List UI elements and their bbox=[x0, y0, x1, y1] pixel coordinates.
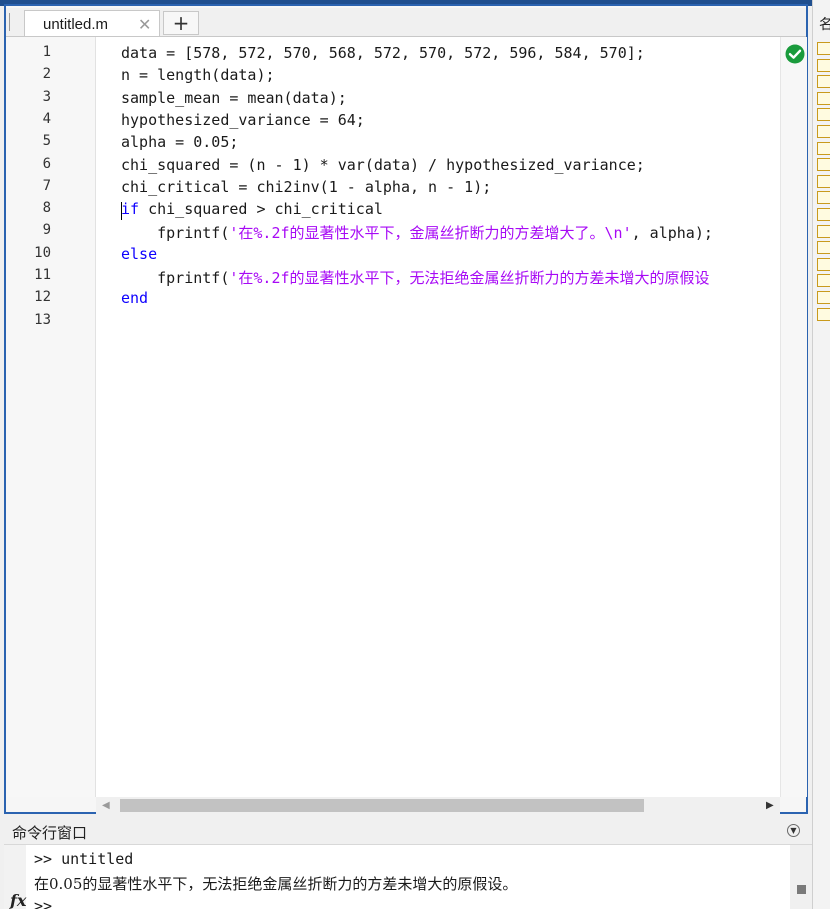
line-number: 8 bbox=[42, 200, 51, 217]
variable-icon[interactable] bbox=[817, 108, 830, 122]
variable-icon[interactable] bbox=[817, 291, 830, 304]
command-prompt[interactable]: >> bbox=[34, 897, 52, 909]
side-panel-title: 名 bbox=[819, 16, 830, 32]
tab-label: untitled.m bbox=[43, 16, 109, 33]
chevron-down-icon[interactable]: ▼ bbox=[787, 824, 800, 837]
new-tab-button[interactable]: + bbox=[163, 11, 199, 35]
code-token: chi_critical = chi2inv(1 - alpha, n - 1)… bbox=[121, 177, 492, 196]
variable-icon[interactable] bbox=[817, 191, 830, 205]
keyword-token: if bbox=[121, 200, 140, 219]
command-window-scrollbar[interactable] bbox=[790, 845, 812, 909]
scroll-right-icon[interactable]: ▶ bbox=[766, 800, 774, 811]
code-line[interactable]: if chi_squared > chi_critical bbox=[121, 200, 383, 218]
command-window-title: 命令行窗口 bbox=[12, 825, 88, 842]
horizontal-scrollbar[interactable]: ◀ ▶ bbox=[96, 797, 780, 814]
line-number: 1 bbox=[42, 44, 51, 60]
line-number: 9 bbox=[42, 222, 51, 239]
tab-untitled[interactable]: untitled.m ✕ bbox=[24, 10, 160, 36]
line-number-gutter: 1 2 3 4 5 6 7 8 9 10 11 12 13 bbox=[6, 37, 96, 797]
code-line[interactable]: end bbox=[121, 289, 148, 307]
code-line[interactable]: n = length(data); bbox=[121, 66, 275, 84]
code-token: chi_squared > chi_critical bbox=[139, 200, 383, 219]
variable-icon[interactable] bbox=[817, 158, 830, 172]
string-token: '在%.2f的显著性水平下，无法拒绝金属丝折断力的方差未增大的原假设 bbox=[229, 269, 710, 287]
variable-icon[interactable] bbox=[817, 125, 830, 138]
line-number: 7 bbox=[42, 177, 51, 194]
scrollbar-thumb[interactable] bbox=[797, 885, 806, 894]
line-number: 4 bbox=[42, 110, 51, 127]
line-number: 3 bbox=[42, 88, 51, 105]
string-token: '在%.2f的显著性水平下，金属丝折断力的方差增大了。\n' bbox=[229, 224, 632, 243]
code-line[interactable]: fprintf('在%.2f的显著性水平下，金属丝折断力的方差增大了。\n', … bbox=[121, 222, 713, 243]
code-line[interactable]: chi_squared = (n - 1) * var(data) / hypo… bbox=[121, 156, 645, 174]
line-number: 10 bbox=[34, 244, 51, 261]
code-token: data = [578, 572, 570, 568, 572, 570, 57… bbox=[121, 44, 645, 62]
code-token: fprintf( bbox=[121, 224, 230, 243]
code-line[interactable]: alpha = 0.05; bbox=[121, 133, 238, 151]
fx-icon[interactable]: fx bbox=[10, 891, 26, 909]
close-icon[interactable]: ✕ bbox=[138, 15, 151, 34]
command-window[interactable]: >> untitled 在0.05的显著性水平下，无法拒绝金属丝折断力的方差未增… bbox=[4, 845, 812, 909]
variable-icon[interactable] bbox=[817, 91, 830, 105]
check-circle-icon[interactable] bbox=[785, 44, 805, 64]
code-editor[interactable]: data = [578, 572, 570, 568, 572, 570, 57… bbox=[96, 37, 780, 797]
variable-icon[interactable] bbox=[817, 208, 830, 221]
editor-tab-bar: untitled.m ✕ + bbox=[6, 8, 806, 37]
code-line[interactable]: fprintf('在%.2f的显著性水平下，无法拒绝金属丝折断力的方差未增大的原… bbox=[121, 267, 710, 288]
line-number: 13 bbox=[34, 311, 51, 328]
matlab-window: untitled.m ✕ + 1 2 3 4 5 6 7 8 9 10 11 12 13 data = … bbox=[0, 0, 830, 909]
line-number: 5 bbox=[42, 133, 51, 150]
command-history-line: >> untitled bbox=[34, 850, 134, 868]
line-number: 2 bbox=[42, 66, 51, 83]
code-line[interactable]: else bbox=[121, 245, 157, 263]
variable-icon[interactable] bbox=[817, 257, 830, 271]
variable-icon[interactable] bbox=[817, 224, 830, 238]
variable-icon[interactable] bbox=[817, 274, 830, 288]
editor-panel: untitled.m ✕ + 1 2 3 4 5 6 7 8 9 10 11 12 13 data = … bbox=[4, 4, 808, 814]
variable-icon[interactable] bbox=[817, 307, 830, 321]
code-line[interactable]: sample_mean = mean(data); bbox=[121, 89, 347, 107]
command-output-line: 在0.05的显著性水平下，无法拒绝金属丝折断力的方差未增大的原假设。 bbox=[34, 875, 518, 893]
code-line[interactable]: chi_critical = chi2inv(1 - alpha, n - 1)… bbox=[121, 178, 491, 196]
code-token: chi_squared = (n - 1) * var(data) / hypo… bbox=[121, 155, 645, 174]
scroll-left-icon[interactable]: ◀ bbox=[102, 800, 110, 811]
variable-icon[interactable] bbox=[817, 141, 830, 155]
code-line[interactable]: data = [578, 572, 570, 568, 572, 570, 57… bbox=[121, 44, 645, 62]
code-token: n = length(data); bbox=[121, 66, 275, 85]
line-number: 12 bbox=[34, 289, 51, 306]
code-token: , alpha); bbox=[631, 224, 713, 243]
code-line[interactable]: hypothesized_variance = 64; bbox=[121, 111, 365, 129]
line-number: 11 bbox=[34, 267, 51, 283]
code-token: hypothesized_variance = 64; bbox=[121, 110, 365, 129]
line-number: 6 bbox=[42, 155, 51, 172]
workspace-side-panel: 名 bbox=[812, 0, 830, 909]
variable-icon[interactable] bbox=[817, 241, 830, 255]
variable-icon[interactable] bbox=[817, 75, 830, 89]
scrollbar-thumb[interactable] bbox=[120, 799, 644, 812]
code-token: fprintf( bbox=[121, 269, 230, 287]
command-window-header: 命令行窗口 ▼ bbox=[4, 818, 812, 845]
variable-icon[interactable] bbox=[817, 58, 830, 72]
code-token: sample_mean = mean(data); bbox=[121, 88, 347, 107]
editor-status-strip bbox=[780, 37, 807, 797]
code-token: alpha = 0.05; bbox=[121, 133, 239, 152]
variable-icon[interactable] bbox=[817, 42, 830, 55]
variable-icon[interactable] bbox=[817, 174, 830, 188]
keyword-token: end bbox=[121, 289, 149, 308]
keyword-token: else bbox=[121, 244, 158, 263]
tab-bar-handle[interactable] bbox=[9, 13, 16, 31]
